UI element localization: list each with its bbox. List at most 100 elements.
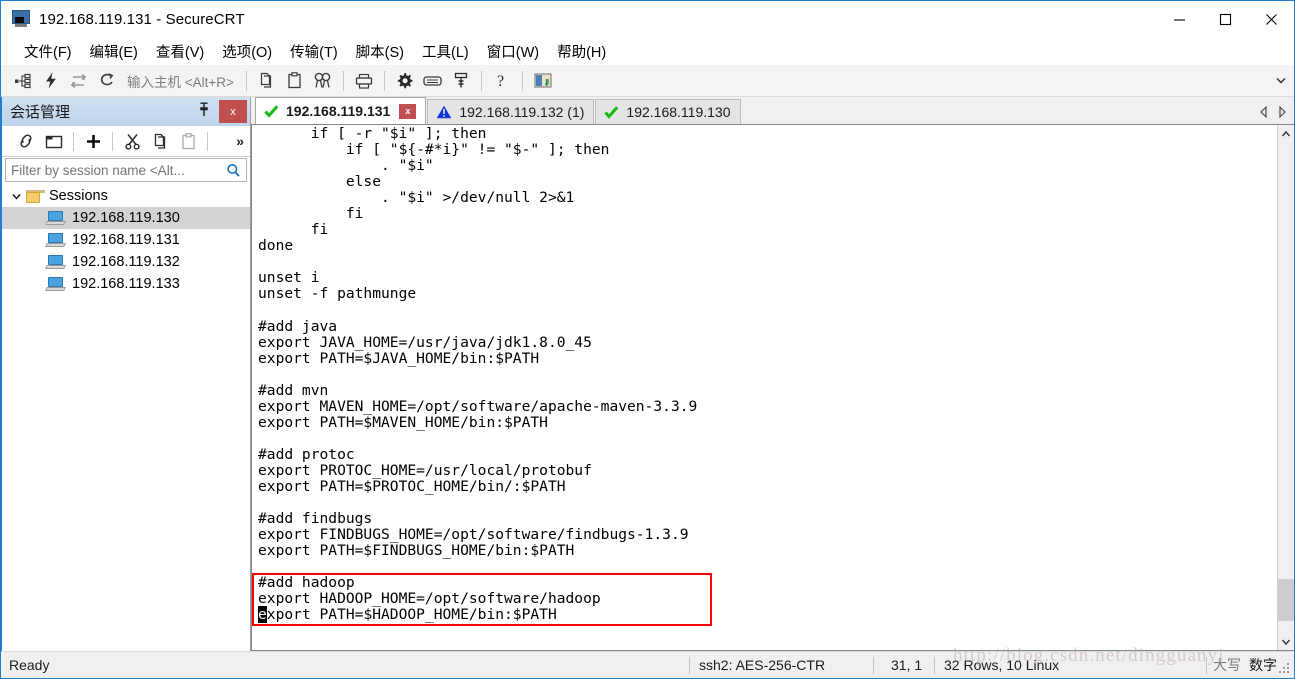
session-item-192-168-119-132[interactable]: 192.168.119.132 bbox=[2, 251, 250, 273]
main-body: 会话管理 x » Filter by session name <Alt... … bbox=[1, 97, 1294, 651]
session-toolbar-overflow-icon[interactable]: » bbox=[236, 133, 244, 149]
monitor-icon bbox=[45, 232, 66, 248]
terminal-cursor-line-rest: xport PATH=$HADOOP_HOME/bin:$PATH bbox=[266, 606, 557, 624]
tab-label: 192.168.119.131 bbox=[286, 103, 391, 119]
paste-icon[interactable] bbox=[281, 68, 309, 94]
filter-icon[interactable] bbox=[447, 68, 475, 94]
print-icon[interactable] bbox=[350, 68, 378, 94]
tab-192-168-119-130[interactable]: 192.168.119.130 bbox=[595, 99, 741, 124]
toolbar-separator bbox=[383, 70, 385, 91]
session-item-label: 192.168.119.130 bbox=[72, 210, 180, 226]
paste-icon[interactable] bbox=[174, 128, 202, 154]
pin-icon[interactable] bbox=[198, 102, 210, 122]
session-manager-close-button[interactable]: x bbox=[219, 100, 247, 123]
terminal-output: if [ -r "$i" ]; then if [ "${-#*i}" != "… bbox=[258, 125, 698, 624]
session-filter-input[interactable] bbox=[6, 161, 226, 179]
session-options-icon[interactable] bbox=[391, 68, 419, 94]
chevron-down-icon[interactable] bbox=[8, 188, 24, 204]
toolbar-separator bbox=[521, 70, 523, 91]
copy-icon[interactable] bbox=[253, 68, 281, 94]
scroll-down-button[interactable] bbox=[1278, 633, 1294, 650]
maximize-button[interactable] bbox=[1202, 1, 1248, 37]
resize-grip[interactable] bbox=[1279, 663, 1291, 675]
tab-bar: 192.168.119.131 x 192.168.119.132 (1) 19… bbox=[251, 97, 1294, 124]
menu-transfer[interactable]: 传输(T) bbox=[281, 38, 347, 65]
status-divider bbox=[689, 657, 690, 674]
terminal-lines: if [ -r "$i" ]; then if [ "${-#*i}" != "… bbox=[258, 125, 698, 608]
status-bar: Ready ssh2: AES-256-CTR 31, 1 32 Rows, 1… bbox=[1, 651, 1294, 678]
session-tree: Sessions 192.168.119.130 192.168.119.131… bbox=[2, 184, 250, 651]
close-button[interactable] bbox=[1248, 1, 1294, 37]
status-divider bbox=[1206, 657, 1207, 674]
connected-check-icon bbox=[264, 104, 279, 118]
keymap-editor-icon[interactable] bbox=[419, 68, 447, 94]
menu-tools[interactable]: 工具(L) bbox=[413, 38, 478, 65]
connect-in-tab-icon[interactable] bbox=[40, 128, 68, 154]
terminal-scrollbar[interactable] bbox=[1277, 125, 1294, 650]
tab-192-168-119-132[interactable]: 192.168.119.132 (1) bbox=[427, 99, 595, 124]
terminal-pane: 192.168.119.131 x 192.168.119.132 (1) 19… bbox=[251, 97, 1294, 651]
toolbar-separator bbox=[245, 70, 247, 91]
reconnect-icon[interactable] bbox=[65, 68, 93, 94]
securecrt-icon bbox=[12, 10, 30, 28]
session-filter[interactable] bbox=[5, 158, 247, 182]
new-session-icon[interactable] bbox=[79, 128, 107, 154]
tab-label: 192.168.119.132 (1) bbox=[459, 104, 585, 120]
scrollbar-thumb[interactable] bbox=[1278, 579, 1294, 621]
window-controls bbox=[1156, 1, 1294, 37]
cut-icon[interactable] bbox=[118, 128, 146, 154]
status-divider bbox=[934, 657, 935, 674]
tab-192-168-119-131[interactable]: 192.168.119.131 x bbox=[255, 97, 427, 124]
find-icon[interactable] bbox=[309, 68, 337, 94]
toolbar-chevron-down-icon[interactable] bbox=[1274, 72, 1288, 90]
menu-edit[interactable]: 编辑(E) bbox=[81, 38, 147, 65]
menu-help[interactable]: 帮助(H) bbox=[548, 38, 615, 65]
session-tree-root-label: Sessions bbox=[49, 188, 108, 204]
menu-view[interactable]: 查看(V) bbox=[147, 38, 213, 65]
session-item-192-168-119-130[interactable]: 192.168.119.130 bbox=[2, 207, 250, 229]
terminal-container: if [ -r "$i" ]; then if [ "${-#*i}" != "… bbox=[251, 124, 1294, 651]
terminal-cursor: e bbox=[258, 606, 267, 624]
connect-icon[interactable] bbox=[12, 128, 40, 154]
session-item-label: 192.168.119.132 bbox=[72, 254, 180, 270]
help-icon[interactable]: ? bbox=[488, 68, 516, 94]
menu-window[interactable]: 窗口(W) bbox=[478, 38, 548, 65]
status-protocol: ssh2: AES-256-CTR bbox=[699, 657, 826, 673]
new-session-icon[interactable] bbox=[9, 68, 37, 94]
session-toolbar-separator bbox=[112, 131, 113, 151]
tab-navigation bbox=[1255, 102, 1291, 121]
svg-text:?: ? bbox=[497, 73, 504, 89]
tab-label: 192.168.119.130 bbox=[626, 104, 731, 120]
status-ready: Ready bbox=[9, 657, 50, 673]
chevron-right-icon[interactable] bbox=[1273, 102, 1291, 121]
chevron-left-icon[interactable] bbox=[1255, 102, 1273, 121]
search-icon[interactable] bbox=[226, 163, 241, 178]
session-item-label: 192.168.119.133 bbox=[72, 276, 180, 292]
session-manager-toggle-icon[interactable] bbox=[529, 68, 557, 94]
session-manager-header: 会话管理 x bbox=[2, 97, 250, 126]
menu-script[interactable]: 脚本(S) bbox=[347, 38, 413, 65]
copy-icon[interactable] bbox=[146, 128, 174, 154]
quick-connect-icon[interactable] bbox=[37, 68, 65, 94]
scrollbar-track[interactable] bbox=[1278, 142, 1294, 633]
terminal-cursor-line: export PATH=$HADOOP_HOME/bin:$PATH bbox=[258, 606, 557, 624]
session-item-192-168-119-133[interactable]: 192.168.119.133 bbox=[2, 273, 250, 295]
window-title: 192.168.119.131 - SecureCRT bbox=[39, 10, 245, 28]
host-input-label[interactable]: 输入主机 <Alt+R> bbox=[127, 71, 234, 91]
menu-file[interactable]: 文件(F) bbox=[15, 38, 81, 65]
status-dimensions: 32 Rows, 10 Linux bbox=[944, 657, 1060, 673]
session-item-192-168-119-131[interactable]: 192.168.119.131 bbox=[2, 229, 250, 251]
session-tree-root[interactable]: Sessions bbox=[2, 185, 250, 207]
scroll-up-button[interactable] bbox=[1278, 125, 1294, 142]
session-manager-title: 会话管理 bbox=[10, 104, 71, 121]
status-num-lock: 数字 bbox=[1249, 657, 1277, 673]
menu-options[interactable]: 选项(O) bbox=[213, 38, 281, 65]
minimize-button[interactable] bbox=[1156, 1, 1202, 37]
session-manager-panel: 会话管理 x » Filter by session name <Alt... … bbox=[1, 97, 251, 651]
tab-close-button[interactable]: x bbox=[399, 103, 417, 119]
reconnect-all-icon[interactable] bbox=[93, 68, 121, 94]
status-caps-lock: 大写 bbox=[1213, 657, 1241, 673]
toolbar-separator bbox=[480, 70, 482, 91]
securecrt-window: 192.168.119.131 - SecureCRT 文件(F) 编辑(E) … bbox=[0, 0, 1295, 679]
terminal-screen[interactable]: if [ -r "$i" ]; then if [ "${-#*i}" != "… bbox=[252, 125, 1277, 650]
